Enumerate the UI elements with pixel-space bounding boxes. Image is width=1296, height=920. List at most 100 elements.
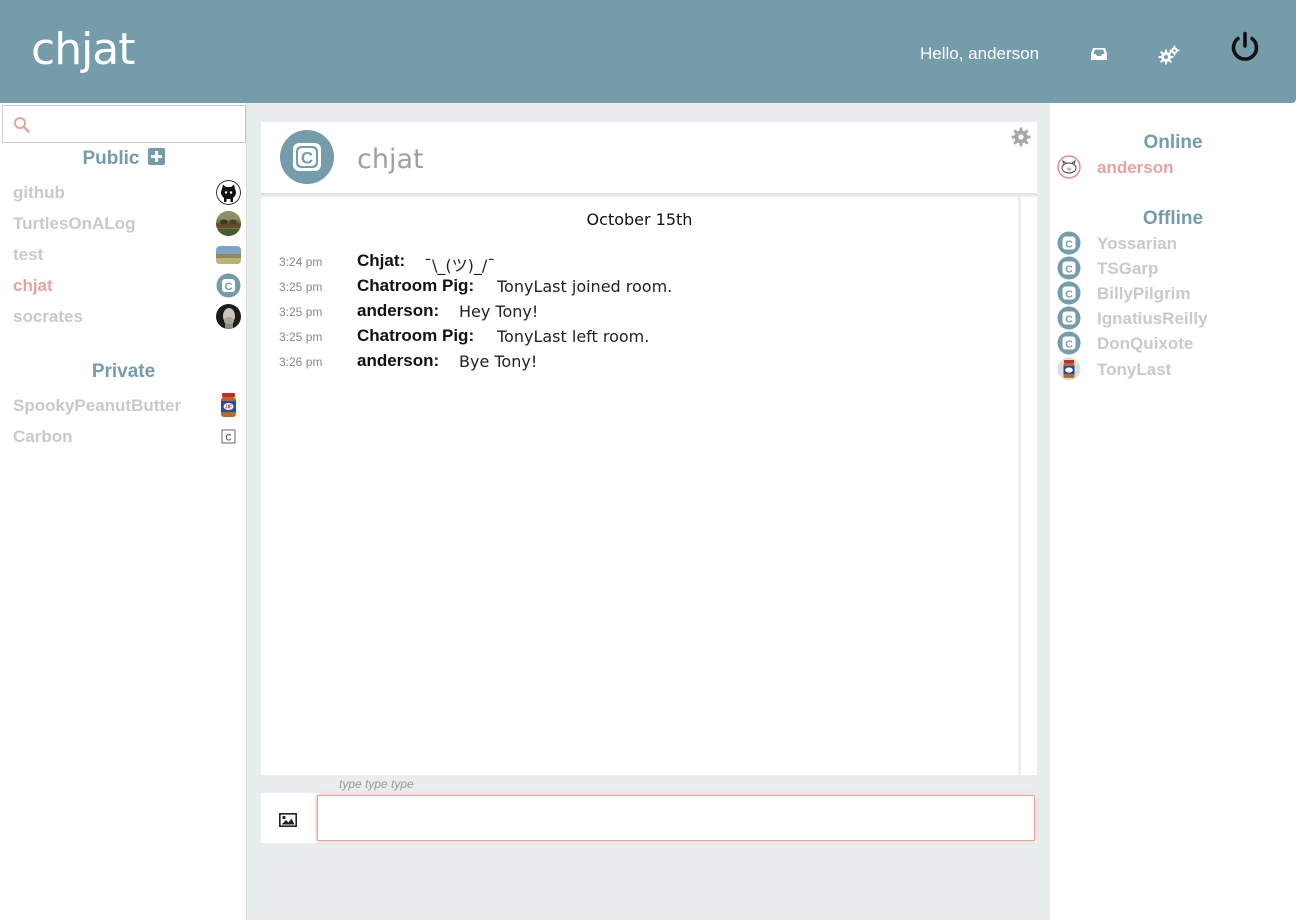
room-name: socrates	[13, 307, 83, 326]
image-upload-icon[interactable]	[279, 813, 297, 827]
user-name: TSGarp	[1097, 259, 1159, 278]
peanut-butter-jar-photo	[1057, 357, 1081, 381]
svg-text:C: C	[1065, 263, 1073, 275]
message-text: ¯\_(ツ)_/¯	[424, 256, 496, 275]
chat-app: chjat Hello, anderson Public github Turt…	[0, 0, 1296, 920]
rooms-sidebar: Public github TurtlesOnALog test chjat C…	[0, 103, 247, 920]
room-item-spookypeanutbutter[interactable]: SpookyPeanutButter JIF	[0, 391, 247, 421]
search-icon	[14, 117, 30, 133]
socrates-bust-photo	[216, 304, 241, 329]
svg-text:C: C	[1065, 313, 1073, 325]
chat-panel: C chjat October 15th 3:24 pm Chjat: ¯\_(…	[247, 103, 1050, 920]
user-item-tonylast[interactable]: TonyLast	[1050, 357, 1296, 381]
date-divider: October 15th	[586, 210, 693, 229]
pig-sketch-avatar	[1057, 155, 1081, 179]
message-row: 3:24 pm Chjat: ¯\_(ツ)_/¯	[261, 249, 1021, 275]
message-author[interactable]: anderson:	[357, 301, 439, 321]
github-octocat-icon	[216, 180, 241, 205]
room-item-socrates[interactable]: socrates	[0, 302, 247, 332]
room-settings-gear-icon[interactable]	[1011, 127, 1031, 147]
user-item-tsgarp[interactable]: C TSGarp	[1050, 256, 1296, 280]
user-name: anderson	[1097, 158, 1174, 177]
chjat-logo-icon: C	[1057, 306, 1081, 330]
user-item-yossarian[interactable]: C Yossarian	[1050, 231, 1296, 255]
message-composer	[261, 793, 1037, 843]
room-item-turtlesonalog[interactable]: TurtlesOnALog	[0, 209, 247, 239]
chjat-logo-icon: C	[216, 273, 241, 298]
message-author[interactable]: Chatroom Pig:	[357, 326, 474, 346]
room-name: TurtlesOnALog	[13, 214, 136, 233]
chjat-logo-icon: C	[280, 130, 334, 184]
landscape-photo	[216, 246, 241, 264]
user-item-anderson[interactable]: anderson	[1050, 155, 1296, 179]
public-rooms-heading: Public	[0, 148, 247, 170]
svg-text:JIF: JIF	[225, 405, 232, 411]
message-time: 3:26 pm	[279, 355, 323, 369]
user-name: BillyPilgrim	[1097, 284, 1191, 303]
message-text: TonyLast joined room.	[497, 277, 673, 296]
message-row: 3:25 pm Chatroom Pig: TonyLast left room…	[261, 324, 1021, 348]
message-time: 3:25 pm	[279, 305, 323, 319]
message-time: 3:25 pm	[279, 330, 323, 344]
room-title: chjat	[357, 144, 424, 175]
svg-text:C: C	[225, 281, 233, 293]
message-author[interactable]: Chjat:	[357, 251, 405, 271]
power-icon[interactable]	[1226, 28, 1264, 66]
offline-users-heading: Offline	[1142, 208, 1204, 229]
add-room-plus-icon[interactable]	[147, 148, 165, 165]
search-input[interactable]	[41, 112, 237, 138]
user-name: TonyLast	[1097, 360, 1172, 379]
brand-logo-text[interactable]: chjat	[31, 24, 136, 75]
message-row: 3:26 pm anderson: Bye Tony!	[261, 349, 1021, 373]
typing-indicator: type type type	[339, 777, 414, 791]
top-bar: chjat Hello, anderson	[0, 0, 1296, 103]
room-name: github	[13, 183, 65, 202]
gears-icon[interactable]	[1156, 42, 1182, 68]
room-item-carbon[interactable]: Carbon C	[0, 422, 247, 452]
message-text: TonyLast left room.	[497, 327, 650, 346]
user-name: DonQuixote	[1097, 334, 1194, 353]
room-name: test	[13, 245, 44, 264]
message-author[interactable]: Chatroom Pig:	[357, 276, 474, 296]
message-time: 3:25 pm	[279, 280, 323, 294]
svg-text:C: C	[1065, 338, 1073, 350]
room-item-test[interactable]: test	[0, 240, 247, 270]
chjat-logo-icon: C	[1057, 256, 1081, 280]
users-sidebar: Online anderson Offline C Yossarian C TS…	[1050, 103, 1296, 920]
public-rooms-label: Public	[82, 148, 140, 169]
user-name: Yossarian	[1097, 234, 1178, 253]
room-search-box	[2, 105, 246, 143]
online-users-heading: Online	[1143, 132, 1203, 153]
peanut-butter-jar-photo: JIF	[216, 393, 241, 418]
turtles-photo	[216, 211, 241, 236]
message-text: Hey Tony!	[459, 302, 539, 321]
user-item-donquixote[interactable]: C DonQuixote	[1050, 331, 1296, 355]
room-header: C chjat	[261, 122, 1037, 195]
user-item-billypilgrim[interactable]: C BillyPilgrim	[1050, 281, 1296, 305]
svg-text:C: C	[1065, 238, 1073, 250]
chjat-logo-icon: C	[1057, 281, 1081, 305]
user-name: IgnatiusReilly	[1097, 309, 1208, 328]
room-name: chjat	[13, 276, 53, 295]
message-list[interactable]: October 15th 3:24 pm Chjat: ¯\_(ツ)_/¯ 3:…	[261, 197, 1037, 775]
message-author[interactable]: anderson:	[357, 351, 439, 371]
inbox-icon[interactable]	[1088, 44, 1110, 64]
svg-text:C: C	[225, 434, 231, 445]
private-rooms-heading: Private	[91, 361, 156, 382]
c-box-icon: C	[216, 424, 241, 449]
room-item-chjat[interactable]: chjat C	[0, 271, 247, 301]
room-name: SpookyPeanutButter	[13, 396, 182, 415]
room-item-github[interactable]: github	[0, 178, 247, 208]
svg-text:C: C	[1065, 288, 1073, 300]
chjat-logo-icon: C	[1057, 231, 1081, 255]
message-time: 3:24 pm	[279, 255, 323, 269]
message-input[interactable]	[317, 795, 1035, 841]
chjat-logo-icon: C	[1057, 331, 1081, 355]
message-text: Bye Tony!	[459, 352, 538, 371]
room-name: Carbon	[13, 427, 73, 446]
user-item-ignatiusreilly[interactable]: C IgnatiusReilly	[1050, 306, 1296, 330]
message-row: 3:25 pm anderson: Hey Tony!	[261, 299, 1021, 323]
user-greeting: Hello, anderson	[920, 44, 1040, 63]
svg-text:C: C	[301, 149, 313, 168]
message-row: 3:25 pm Chatroom Pig: TonyLast joined ro…	[261, 274, 1021, 298]
